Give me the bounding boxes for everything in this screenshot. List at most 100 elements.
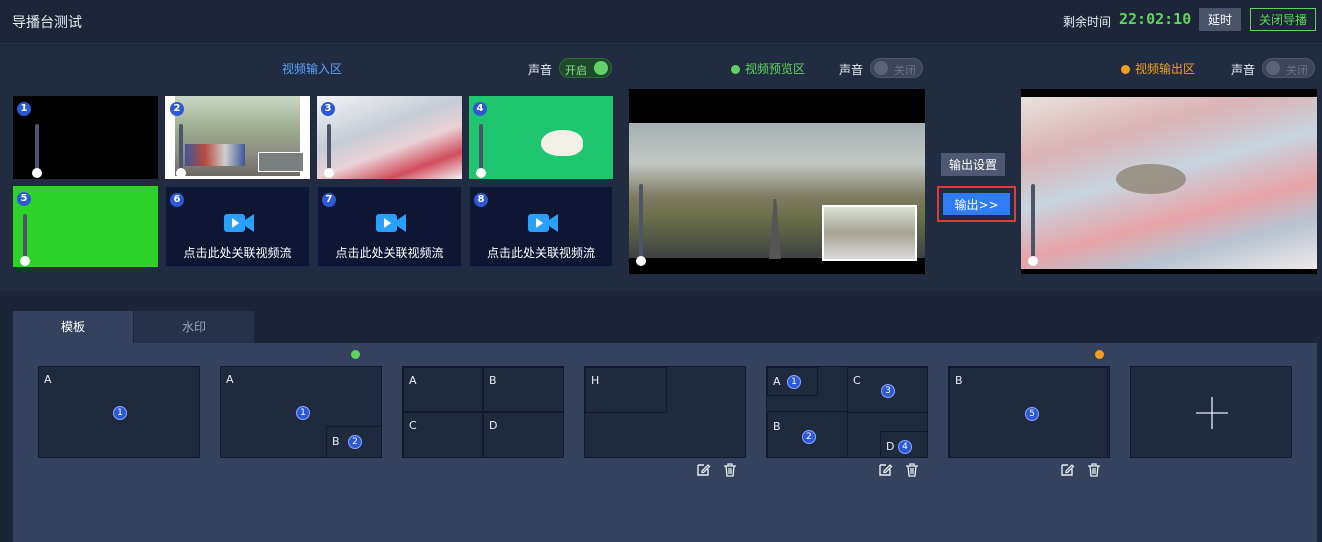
toggle-knob [594, 61, 608, 75]
video-camera-icon [376, 214, 406, 232]
template-card-custom-h[interactable]: H [584, 366, 746, 458]
video-thumbnail-riders [185, 144, 245, 166]
preview-volume-slider[interactable] [636, 184, 646, 266]
template-sub-slot: D 4 [880, 431, 928, 458]
input-area-label: 视频输入区 [282, 62, 343, 76]
template-sub-slot: B 2 [767, 411, 848, 458]
slot-label: C [853, 374, 861, 387]
toggle-knob [874, 61, 888, 75]
input-cell-2[interactable]: 2 [165, 96, 310, 179]
template-card-custom-b[interactable]: B 5 [948, 366, 1110, 458]
input-sound-toggle-label: 开启 [565, 64, 587, 77]
input-number-badge: 6 [170, 193, 184, 207]
video-thumbnail [317, 96, 462, 179]
slot-source-number: 3 [881, 384, 895, 398]
tab-template[interactable]: 模板 [13, 311, 133, 343]
edit-icon[interactable] [877, 462, 893, 478]
slot-source-number: 4 [898, 440, 912, 454]
slot-label: A [226, 373, 234, 386]
input-sound-toggle[interactable]: 开启 [559, 58, 612, 78]
slider-thumb[interactable] [324, 168, 334, 178]
slot-label: D [886, 440, 895, 453]
preview-inset-frame [822, 205, 917, 261]
input-number-badge: 4 [473, 102, 487, 116]
volume-slider[interactable] [476, 124, 486, 178]
slider-thumb[interactable] [476, 168, 486, 178]
template-sub-slot: A 1 [767, 367, 818, 396]
volume-slider[interactable] [20, 214, 30, 266]
slot-source-number: 2 [802, 430, 816, 444]
slider-thumb[interactable] [32, 168, 42, 178]
template-sub-slot: C 3 [847, 367, 928, 413]
edit-icon[interactable] [695, 462, 711, 478]
slider-thumb[interactable] [176, 168, 186, 178]
template-sub-slot: H [585, 367, 667, 413]
input-number-badge: 8 [474, 193, 488, 207]
link-stream-text[interactable]: 点击此处关联视频流 [166, 244, 309, 261]
delay-button[interactable]: 延时 [1199, 8, 1241, 31]
preview-area-label-text: 视频预览区 [745, 62, 806, 76]
slider-thumb[interactable] [20, 256, 30, 266]
delete-icon[interactable] [1086, 462, 1102, 478]
template-card-pip[interactable]: A 1 B 2 [220, 366, 382, 458]
input-cell-7[interactable]: 7 点击此处关联视频流 [317, 186, 462, 267]
preview-sound-toggle[interactable]: 关闭 [870, 58, 923, 78]
input-cell-1[interactable]: 1 [13, 96, 158, 179]
slider-thumb[interactable] [636, 256, 646, 266]
input-number-badge: 5 [17, 192, 31, 206]
output-sound-label: 声音 [1231, 63, 1256, 77]
slot-source-number: 1 [113, 406, 127, 420]
slot-label: A [44, 373, 52, 386]
remaining-time-value: 22:02:10 [1119, 10, 1192, 28]
remaining-time-label: 剩余时间 [1063, 15, 1112, 29]
preview-area-label: 视频预览区 [731, 60, 805, 77]
slot-source-number: 1 [787, 375, 801, 389]
input-number-badge: 7 [322, 193, 336, 207]
preview-sound-label: 声音 [839, 63, 864, 77]
video-camera-icon [528, 214, 558, 232]
volume-slider[interactable] [176, 124, 186, 178]
template-sub-slot: A [403, 367, 483, 412]
close-director-button[interactable]: 关闭导播 [1250, 8, 1316, 31]
input-cell-3[interactable]: 3 [317, 96, 462, 179]
input-cell-5[interactable]: 5 [13, 186, 158, 267]
template-preview-dot [351, 350, 360, 359]
volume-slider[interactable] [324, 124, 334, 178]
input-number-badge: 1 [17, 102, 31, 116]
output-sound-toggle[interactable]: 关闭 [1262, 58, 1315, 78]
tab-watermark[interactable]: 水印 [134, 311, 254, 343]
video-thumbnail-inset [258, 152, 304, 172]
output-area-label: 视频输出区 [1121, 60, 1195, 77]
video-thumbnail-bear [541, 130, 583, 156]
edit-icon[interactable] [1059, 462, 1075, 478]
plus-icon [1196, 397, 1228, 429]
output-window[interactable] [1021, 89, 1317, 274]
page-title: 导播台测试 [12, 15, 82, 31]
output-button[interactable]: 输出>> [943, 193, 1010, 215]
template-card-custom-four[interactable]: A 1 C 3 B 2 D 4 [766, 366, 928, 458]
slot-label: H [591, 374, 600, 387]
toggle-knob [1266, 61, 1280, 75]
link-stream-text[interactable]: 点击此处关联视频流 [318, 244, 461, 261]
input-cell-6[interactable]: 6 点击此处关联视频流 [165, 186, 310, 267]
slot-label: A [409, 374, 417, 387]
template-card-single[interactable]: A 1 [38, 366, 200, 458]
input-cell-4[interactable]: 4 [469, 96, 613, 179]
slot-label: B [955, 374, 963, 387]
delete-icon[interactable] [722, 462, 738, 478]
output-settings-button[interactable]: 输出设置 [941, 153, 1005, 176]
slot-source-number: 5 [1025, 407, 1039, 421]
input-cell-8[interactable]: 8 点击此处关联视频流 [469, 186, 613, 267]
preview-window[interactable] [629, 89, 925, 274]
template-card-quad[interactable]: A B C D [402, 366, 564, 458]
slot-label: D [489, 419, 498, 432]
add-template-card[interactable] [1130, 366, 1292, 458]
video-camera-icon [224, 214, 254, 232]
link-stream-text[interactable]: 点击此处关联视频流 [470, 244, 612, 261]
volume-slider[interactable] [32, 124, 42, 178]
output-volume-slider[interactable] [1028, 184, 1038, 266]
input-number-badge: 3 [321, 102, 335, 116]
delete-icon[interactable] [904, 462, 920, 478]
slot-label: B [773, 420, 781, 433]
slider-thumb[interactable] [1028, 256, 1038, 266]
